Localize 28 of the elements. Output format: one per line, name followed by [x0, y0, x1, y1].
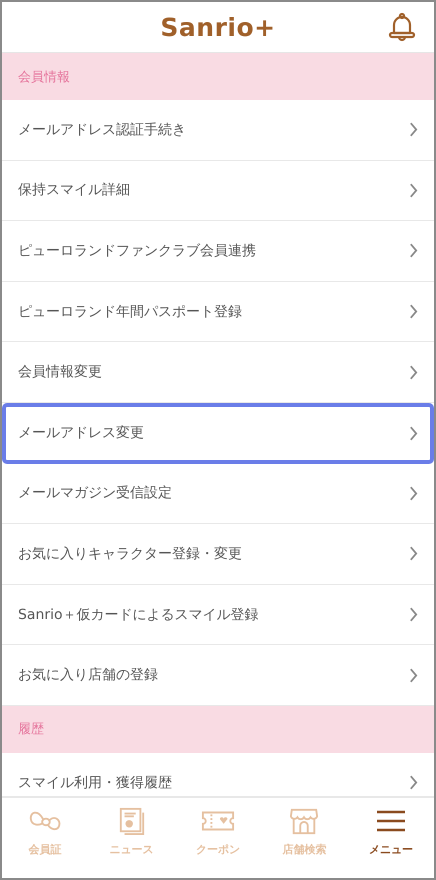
chevron-icon [409, 607, 418, 622]
chevron-icon [409, 243, 418, 258]
chevron-icon [409, 668, 418, 683]
menu-item[interactable]: 会員情報変更 [2, 342, 434, 403]
chevron-icon [409, 122, 418, 138]
menu-item[interactable]: Sanrio＋仮カードによるスマイル登録 [2, 584, 434, 646]
bell-icon[interactable] [388, 12, 416, 42]
menu-item[interactable]: スマイル利用・獲得履歴 [2, 752, 434, 796]
menu-item[interactable]: メールマガジン受信設定 [2, 464, 434, 524]
menu-item[interactable]: 保持スマイル詳細 [2, 160, 434, 222]
newspaper-icon [118, 806, 146, 836]
menu-item[interactable]: メールアドレス認証手続き [2, 100, 434, 161]
chevron-icon [409, 182, 418, 198]
menu-item[interactable]: ピューロランド年間パスポート登録 [2, 282, 434, 342]
chevron-icon [409, 426, 418, 441]
chevron-icon [409, 546, 418, 562]
chevron-icon [409, 304, 418, 320]
chevron-icon [409, 486, 418, 501]
section-header: 履歴 [2, 706, 434, 753]
section-header: 会員情報 [2, 53, 434, 100]
nav-tab[interactable]: メニュー [348, 802, 434, 878]
app-logo: Sanrio+ [160, 12, 276, 42]
menu-item[interactable]: ピューロランドファンクラブ会員連携 [2, 221, 434, 282]
chevron-icon [409, 775, 418, 790]
shop-icon [289, 806, 320, 836]
menu-item[interactable]: お気に入りキャラクター登録・変更 [2, 524, 434, 585]
chevron-icon [409, 364, 418, 380]
menu-item[interactable]: メールアドレス変更 [2, 402, 434, 464]
